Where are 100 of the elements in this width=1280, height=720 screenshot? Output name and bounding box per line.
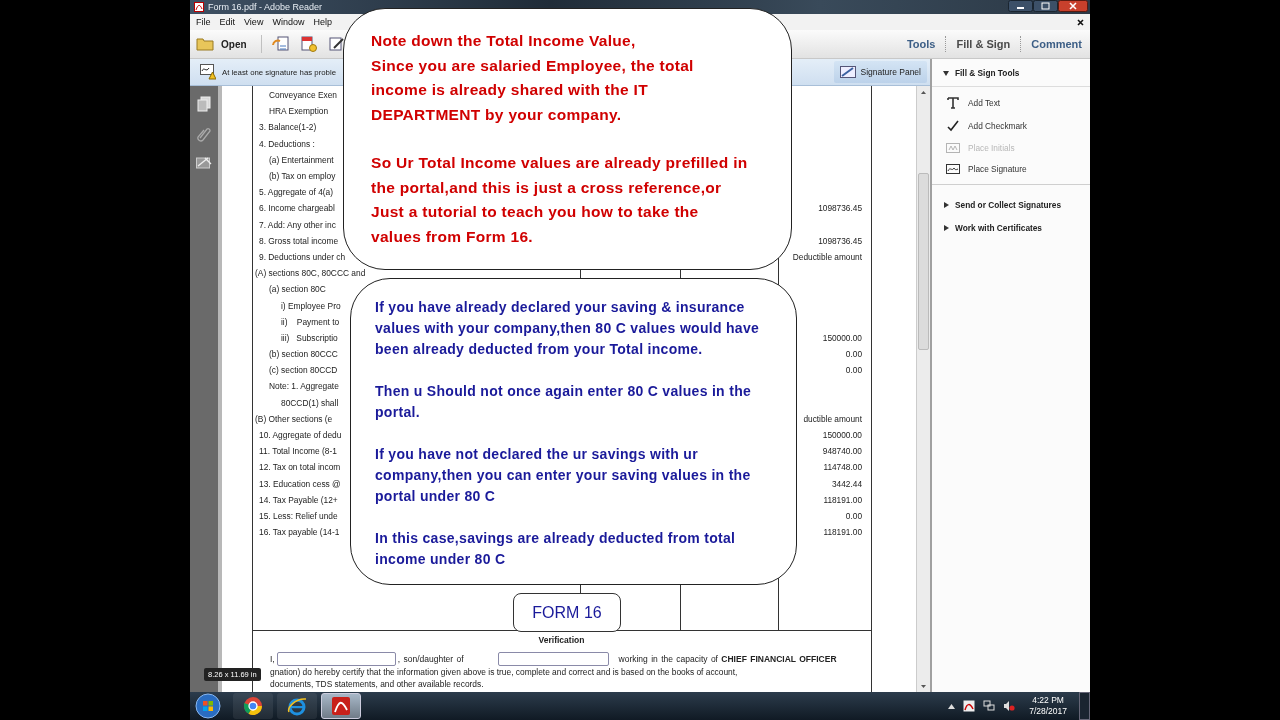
folder-icon (196, 37, 214, 51)
form-label: (a) section 80C (269, 284, 326, 295)
time-text: 4:22 PM (1032, 695, 1064, 706)
panel-tool[interactable]: Add Text (946, 97, 1090, 109)
toolbar-tab[interactable]: Fill & Sign (956, 38, 1011, 50)
form-amount: 150000.00 (822, 430, 862, 441)
form-label: 16. Tax payable (14-1 (259, 527, 340, 538)
callout-text: If you have not declared the ur savings with ur company,then you can enter your saving values in the portal under 80 C (375, 445, 752, 506)
clock[interactable]: 4:22 PM 7/28/2017 (1029, 695, 1067, 717)
expand-triangle-icon (943, 202, 949, 208)
toolbar-tab[interactable]: Tools (906, 38, 936, 50)
panel-section-header[interactable]: Work with Certificates (932, 214, 1090, 237)
form-label: Note: 1. Aggregate (269, 381, 339, 392)
checkmark-icon (946, 120, 960, 132)
menu-item[interactable]: Window (272, 17, 305, 27)
pdf-icon (194, 2, 204, 12)
close-icon[interactable] (1077, 18, 1084, 26)
signature-warning-icon (200, 64, 216, 80)
signature-panel-button[interactable]: Signature Panel (833, 61, 927, 83)
declaration-text: working in the capacity of CHIEF FINANCIAL OFFICER (618, 654, 837, 665)
show-hidden-icons[interactable] (948, 703, 956, 709)
form-label: 3. Balance(1-2) (259, 122, 317, 133)
form-label: (c) section 80CCD (269, 365, 338, 376)
menu-item[interactable]: Edit (219, 17, 236, 27)
scroll-down-icon[interactable] (921, 684, 926, 688)
form-label: 4. Deductions : (259, 138, 315, 149)
close-icon[interactable] (1058, 0, 1088, 12)
callout-text: In this case,savings are already deducted from total income under 80 C (375, 529, 737, 569)
form-amount: 3442.44 (832, 478, 862, 489)
toolbar-tab[interactable]: Comment (1031, 38, 1082, 50)
pages-icon[interactable] (197, 96, 211, 112)
form-label: iii) Subscriptio (281, 332, 338, 343)
date-text: 7/28/2017 (1029, 706, 1067, 717)
initials-icon (946, 143, 960, 153)
form-label: 13. Education cess @ (259, 478, 341, 489)
start-button[interactable] (195, 693, 221, 719)
form-label: 11. Total Income (8-1 (259, 446, 337, 457)
text-tool-icon (946, 97, 960, 109)
parent-name-field[interactable] (497, 652, 609, 667)
pdf-reader-icon (331, 696, 351, 716)
declaration-text: , son/daughter of (397, 654, 464, 665)
document-gear-icon[interactable] (299, 36, 318, 52)
menu-item[interactable]: View (244, 17, 264, 27)
form-amount: 114748.00 (823, 462, 862, 473)
form-amount: 118191.00 (823, 527, 862, 538)
panel-tool[interactable]: Add Checkmark (946, 120, 1090, 132)
form-amount: 118191.00 (823, 494, 862, 505)
minimize-icon[interactable] (1008, 0, 1033, 12)
callout-text: Note down the Total Income Value, (371, 31, 637, 51)
menu-item[interactable]: Help (313, 17, 332, 27)
show-desktop-button[interactable] (1079, 692, 1090, 720)
form-label: 9. Deductions under ch (259, 251, 346, 262)
form-label: (B) Other sections (e (255, 413, 333, 424)
form-title-label: FORM 16 (513, 593, 621, 632)
verification-heading: Verification (538, 635, 585, 646)
declaration-text: documents, TDS statements, and other available records. (270, 678, 485, 691)
edit-document-icon[interactable] (327, 36, 346, 52)
network-icon[interactable] (983, 700, 996, 712)
menu-item[interactable]: File (196, 17, 211, 27)
name-field[interactable] (276, 652, 396, 667)
declaration-text: I, (270, 654, 275, 665)
form-label: 15. Less: Relief unde (259, 510, 338, 521)
taskbar-app[interactable] (321, 693, 361, 719)
signature-pen-icon[interactable] (196, 156, 212, 170)
form-amount: Deductible amount (792, 251, 862, 262)
form-label: 14. Tax Payable (12+ (259, 494, 338, 505)
panel-section-header[interactable]: Send or Collect Signatures (932, 191, 1090, 214)
paperclip-icon[interactable] (197, 126, 211, 142)
scroll-up-icon[interactable] (921, 90, 926, 94)
taskbar-app[interactable] (233, 693, 273, 719)
scroll-thumb[interactable] (918, 173, 929, 350)
form-amount: ductible amount (803, 413, 862, 424)
open-button[interactable]: Open (196, 37, 251, 51)
scrollbar[interactable] (916, 86, 930, 692)
panel-tool[interactable]: Place Signature (946, 164, 1090, 174)
form-label: Conveyance Exen (269, 90, 337, 101)
taskbar-app[interactable] (277, 693, 317, 719)
browser-ball-icon (243, 696, 263, 716)
form-label: 10. Aggregate of dedu (259, 430, 342, 441)
form-label: ii) Payment to (281, 316, 340, 327)
pdf-tray-icon[interactable] (963, 700, 976, 712)
form-label: 12. Tax on total incom (259, 462, 341, 473)
restore-icon[interactable] (1033, 0, 1058, 12)
form-label: HRA Exemption (269, 106, 329, 117)
form-amount: 0.00 (845, 365, 862, 376)
browser-e-icon (287, 696, 307, 716)
form-label: (A) sections 80C, 80CCC and (255, 268, 366, 279)
form-label: 7. Add: Any other inc (259, 219, 336, 230)
speaker-muted-icon[interactable] (1003, 700, 1016, 712)
form-label: (b) section 80CCC (269, 349, 338, 360)
form-label: 80CCD(1) shall (281, 397, 339, 408)
collapse-triangle-icon (943, 70, 949, 76)
form-amount: 0.00 (845, 510, 862, 521)
form-label: (a) Entertainment (269, 154, 334, 165)
panel-section-header[interactable]: Fill & Sign Tools (932, 59, 1090, 87)
callout-text: Since you are salaried Employee, the total income is already shared with the IT DEPARTMENT by your company. (371, 55, 695, 125)
form-label: 5. Aggregate of 4(a) (259, 187, 334, 198)
form-amount: 1098736.45 (818, 235, 862, 246)
declaration-text: gnation) do hereby certify that the information given above is true, complete and correct and is based on the books of account, (270, 666, 739, 679)
sync-document-icon[interactable] (271, 36, 290, 52)
